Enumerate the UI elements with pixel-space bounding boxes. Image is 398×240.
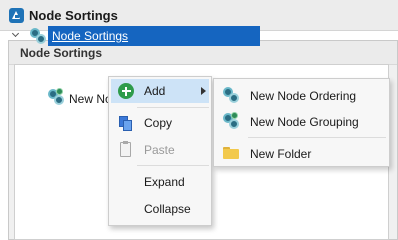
submenu-item-new-folder[interactable]: New Folder	[216, 140, 387, 166]
menu-item-add[interactable]: Add	[111, 79, 209, 103]
app-logo-icon	[9, 8, 24, 23]
menu-item-expand[interactable]: Expand	[111, 170, 209, 194]
context-menu: Add Copy Paste Expand Collapse	[108, 76, 212, 226]
tree-node-child-label[interactable]: New No	[69, 92, 112, 106]
add-icon	[118, 83, 134, 99]
menu-item-collapse-label: Collapse	[144, 202, 191, 216]
add-submenu: New Node Ordering New Node Grouping New …	[213, 78, 390, 167]
paste-icon	[120, 141, 131, 157]
submenu-divider	[248, 137, 386, 138]
submenu-item-new-node-ordering-label: New Node Ordering	[250, 89, 357, 103]
submenu-arrow-icon	[201, 87, 206, 95]
submenu-item-new-node-grouping-label: New Node Grouping	[250, 115, 359, 129]
node-ordering-icon	[48, 88, 64, 105]
submenu-item-new-folder-label: New Folder	[250, 147, 312, 161]
menu-item-paste-label: Paste	[144, 143, 175, 157]
menu-item-copy-label: Copy	[144, 116, 173, 130]
menu-item-collapse[interactable]: Collapse	[111, 197, 209, 221]
node-sorting-icon	[223, 87, 239, 103]
menu-item-add-label: Add	[144, 84, 166, 98]
copy-icon	[119, 116, 133, 131]
chevron-down-icon[interactable]	[12, 31, 20, 39]
menu-divider	[137, 107, 209, 108]
tree-node-root-label[interactable]: Node Sortings	[52, 29, 128, 43]
menu-item-paste[interactable]: Paste	[111, 138, 209, 162]
menu-item-expand-label: Expand	[144, 175, 185, 189]
submenu-item-new-node-ordering[interactable]: New Node Ordering	[216, 82, 387, 108]
submenu-item-new-node-grouping[interactable]: New Node Grouping	[216, 108, 387, 134]
menu-divider	[137, 165, 209, 166]
menu-item-copy[interactable]: Copy	[111, 111, 209, 135]
folder-icon	[223, 147, 239, 159]
window-title: Node Sortings	[29, 8, 118, 23]
node-grouping-icon	[223, 112, 239, 129]
node-sorting-icon	[30, 28, 46, 44]
panel-title: Node Sortings	[20, 46, 103, 60]
